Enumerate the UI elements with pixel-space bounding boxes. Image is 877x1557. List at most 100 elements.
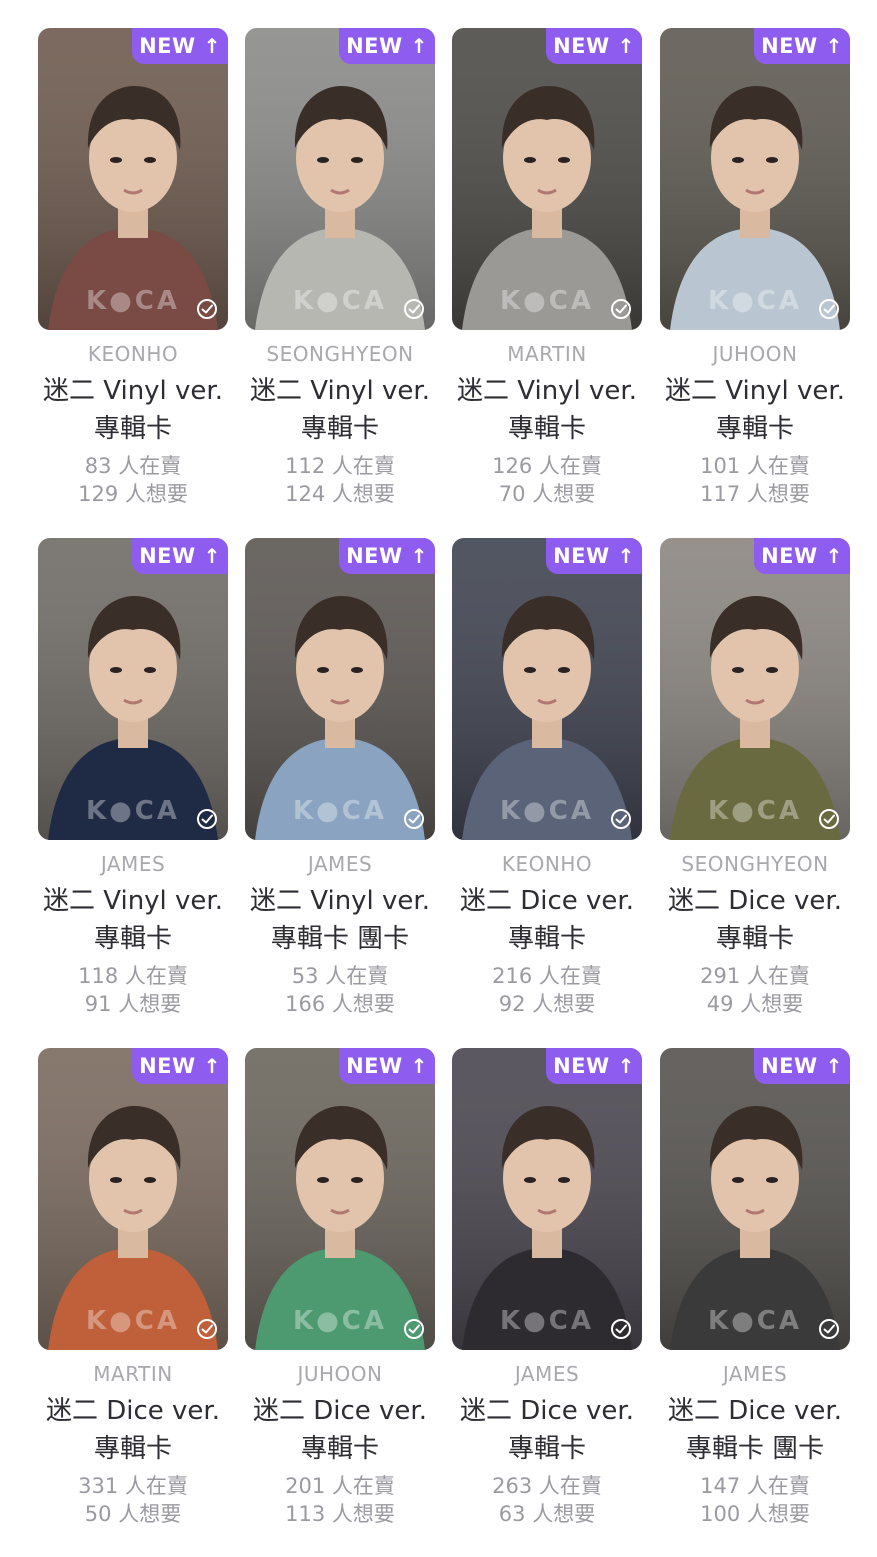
card-photo[interactable]: K●CA NEW ↑ [245, 28, 435, 330]
check-circle-icon[interactable] [196, 1318, 218, 1340]
new-badge-label: NEW [346, 544, 403, 568]
arrow-up-icon: ↑ [410, 544, 428, 568]
sellers-count: 101 人在賣 [700, 454, 810, 478]
card-title: 迷二 Dice ver. [45, 1396, 220, 1426]
sellers-count: 118 人在賣 [78, 964, 188, 988]
check-circle-icon[interactable] [610, 298, 632, 320]
check-circle-icon[interactable] [403, 298, 425, 320]
card-title: 迷二 Dice ver. [459, 886, 634, 916]
card-photo[interactable]: K●CA NEW ↑ [660, 538, 850, 840]
arrow-up-icon: ↑ [617, 34, 635, 58]
portrait-placeholder [452, 538, 642, 840]
card-title: 迷二 Vinyl ver. [249, 376, 430, 406]
sellers-count: 216 人在賣 [492, 964, 602, 988]
wants-count: 117 人想要 [700, 482, 810, 506]
member-name: JAMES [100, 852, 166, 876]
photocard[interactable]: K●CA NEW ↑ KEONHO 迷二 Vinyl ver. 專輯卡 83 人在賣… [38, 28, 228, 518]
member-name: KEONHO [87, 342, 179, 366]
new-badge-label: NEW [346, 1054, 403, 1078]
card-photo[interactable]: K●CA NEW ↑ [452, 1048, 642, 1350]
new-badge: NEW ↑ [754, 1048, 850, 1084]
portrait-placeholder [245, 538, 435, 840]
member-name: JAMES [514, 1362, 580, 1386]
member-name: JAMES [722, 1362, 788, 1386]
wants-count: 113 人想要 [285, 1502, 395, 1526]
card-type: 專輯卡 團卡 [270, 924, 410, 954]
check-circle-icon[interactable] [403, 808, 425, 830]
check-circle-icon[interactable] [818, 808, 840, 830]
portrait-placeholder [660, 538, 850, 840]
card-photo[interactable]: K●CA NEW ↑ [245, 538, 435, 840]
new-badge: NEW ↑ [754, 538, 850, 574]
card-title: 迷二 Vinyl ver. [456, 376, 637, 406]
member-name: KEONHO [501, 852, 593, 876]
arrow-up-icon: ↑ [203, 544, 221, 568]
card-photo[interactable]: K●CA NEW ↑ [660, 1048, 850, 1350]
member-name: SEONGHYEON [681, 852, 829, 876]
card-photo[interactable]: K●CA NEW ↑ [452, 538, 642, 840]
check-circle-icon[interactable] [196, 298, 218, 320]
new-badge-label: NEW [553, 34, 610, 58]
wants-count: 129 人想要 [78, 482, 188, 506]
new-badge-label: NEW [761, 1054, 818, 1078]
photocard[interactable]: K●CA NEW ↑ MARTIN 迷二 Dice ver. 專輯卡 331 人在賣… [38, 1048, 228, 1538]
check-circle-icon[interactable] [403, 1318, 425, 1340]
new-badge: NEW ↑ [132, 538, 228, 574]
arrow-up-icon: ↑ [825, 1054, 843, 1078]
photocard[interactable]: K●CA NEW ↑ JAMES 迷二 Vinyl ver. 專輯卡 團卡 53 人… [245, 538, 435, 1028]
arrow-up-icon: ↑ [617, 1054, 635, 1078]
card-photo[interactable]: K●CA NEW ↑ [660, 28, 850, 330]
card-title: 迷二 Dice ver. [459, 1396, 634, 1426]
photocard[interactable]: K●CA NEW ↑ MARTIN 迷二 Vinyl ver. 專輯卡 126 人在… [452, 28, 642, 518]
photocard[interactable]: K●CA NEW ↑ JAMES 迷二 Dice ver. 專輯卡 263 人在賣 … [452, 1048, 642, 1538]
card-title: 迷二 Vinyl ver. [664, 376, 845, 406]
card-photo[interactable]: K●CA NEW ↑ [38, 28, 228, 330]
new-badge-label: NEW [139, 34, 196, 58]
new-badge: NEW ↑ [339, 28, 435, 64]
card-type: 專輯卡 [93, 1434, 172, 1464]
check-circle-icon[interactable] [196, 808, 218, 830]
photocard[interactable]: K●CA NEW ↑ SEONGHYEON 迷二 Dice ver. 專輯卡 291… [660, 538, 850, 1028]
card-title: 迷二 Dice ver. [252, 1396, 427, 1426]
arrow-up-icon: ↑ [203, 34, 221, 58]
photocard[interactable]: K●CA NEW ↑ SEONGHYEON 迷二 Vinyl ver. 專輯卡 11… [245, 28, 435, 518]
wants-count: 124 人想要 [285, 482, 395, 506]
new-badge-label: NEW [553, 544, 610, 568]
card-title: 迷二 Vinyl ver. [42, 886, 223, 916]
card-type: 專輯卡 [715, 924, 794, 954]
arrow-up-icon: ↑ [825, 34, 843, 58]
card-photo[interactable]: K●CA NEW ↑ [452, 28, 642, 330]
check-circle-icon[interactable] [610, 1318, 632, 1340]
card-type: 專輯卡 [507, 924, 586, 954]
member-name: MARTIN [93, 1362, 173, 1386]
new-badge-label: NEW [761, 34, 818, 58]
member-name: JUHOON [712, 342, 798, 366]
card-type: 專輯卡 [507, 414, 586, 444]
check-circle-icon[interactable] [610, 808, 632, 830]
member-name: SEONGHYEON [266, 342, 414, 366]
sellers-count: 126 人在賣 [492, 454, 602, 478]
new-badge-label: NEW [553, 1054, 610, 1078]
wants-count: 166 人想要 [285, 992, 395, 1016]
card-title: 迷二 Dice ver. [667, 886, 842, 916]
photocard[interactable]: K●CA NEW ↑ JUHOON 迷二 Dice ver. 專輯卡 201 人在賣… [245, 1048, 435, 1538]
wants-count: 50 人想要 [84, 1502, 182, 1526]
card-type: 專輯卡 [507, 1434, 586, 1464]
card-type: 專輯卡 團卡 [685, 1434, 825, 1464]
portrait-placeholder [38, 1048, 228, 1350]
check-circle-icon[interactable] [818, 298, 840, 320]
new-badge-label: NEW [139, 544, 196, 568]
card-photo[interactable]: K●CA NEW ↑ [38, 538, 228, 840]
arrow-up-icon: ↑ [825, 544, 843, 568]
photocard[interactable]: K●CA NEW ↑ JAMES 迷二 Dice ver. 專輯卡 團卡 147 人… [660, 1048, 850, 1538]
card-photo[interactable]: K●CA NEW ↑ [245, 1048, 435, 1350]
photocard[interactable]: K●CA NEW ↑ KEONHO 迷二 Dice ver. 專輯卡 216 人在賣… [452, 538, 642, 1028]
photocard[interactable]: K●CA NEW ↑ JUHOON 迷二 Vinyl ver. 專輯卡 101 人在… [660, 28, 850, 518]
sellers-count: 291 人在賣 [700, 964, 810, 988]
photocard[interactable]: K●CA NEW ↑ JAMES 迷二 Vinyl ver. 專輯卡 118 人在賣… [38, 538, 228, 1028]
arrow-up-icon: ↑ [410, 34, 428, 58]
sellers-count: 112 人在賣 [285, 454, 395, 478]
check-circle-icon[interactable] [818, 1318, 840, 1340]
card-photo[interactable]: K●CA NEW ↑ [38, 1048, 228, 1350]
wants-count: 100 人想要 [700, 1502, 810, 1526]
